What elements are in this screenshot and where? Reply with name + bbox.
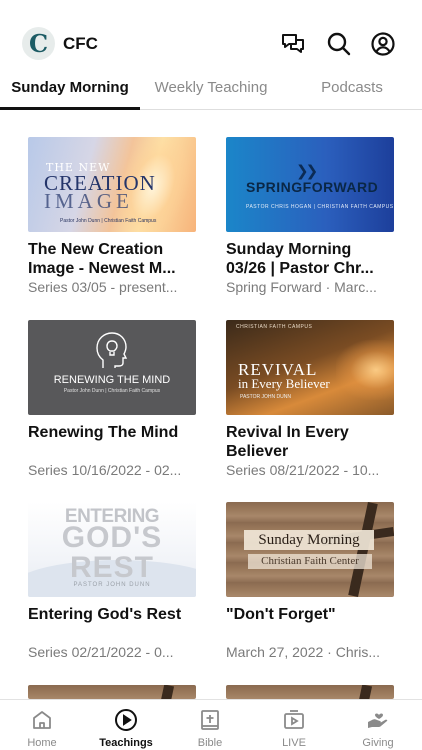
search-icon[interactable] xyxy=(326,31,352,57)
card-meta: Spring Forward · Marc... xyxy=(226,279,377,295)
church-logo[interactable]: C xyxy=(22,27,55,60)
teaching-card[interactable]: CHRISTIAN FAITH CAMPUS REVIVAL in Every … xyxy=(226,320,394,479)
card-title: The New Creation Image - Newest M... xyxy=(28,241,176,277)
logo-letter: C xyxy=(28,29,49,58)
tabbar-label: Giving xyxy=(362,737,394,749)
tabbar-label: Bible xyxy=(197,737,223,749)
teaching-card[interactable] xyxy=(226,685,394,699)
thumb-text: in Every Believer xyxy=(238,376,330,391)
head-brain-icon xyxy=(96,332,128,368)
teaching-card[interactable] xyxy=(28,685,196,699)
account-icon[interactable] xyxy=(370,31,396,57)
card-thumbnail[interactable]: RENEWING THE MIND Pastor John Dunn | Chr… xyxy=(28,320,196,415)
card-thumbnail[interactable] xyxy=(28,685,196,699)
chat-icon[interactable] xyxy=(280,31,306,57)
thumb-text: CHRISTIAN FAITH CAMPUS xyxy=(236,324,313,330)
tabbar-label: LIVE xyxy=(282,737,306,749)
play-circle-icon xyxy=(114,708,138,732)
thumb-text: IMAGE xyxy=(44,189,133,213)
live-tv-icon xyxy=(282,708,306,732)
thumb-text: RENEWING THE MIND xyxy=(53,374,171,386)
thumb-text: PASTOR JOHN DUNN xyxy=(73,582,151,588)
teaching-card[interactable]: ENTERING GOD'S REST PASTOR JOHN DUNN Ent… xyxy=(28,502,196,661)
tab-weekly-teaching[interactable]: Weekly Teaching xyxy=(140,70,282,110)
bible-icon xyxy=(198,708,222,732)
teaching-card[interactable]: ❯❯ SPRINGFORWARD PASTOR CHRIS HOGAN | CH… xyxy=(226,137,394,296)
teaching-card[interactable]: THE NEW CREATION IMAGE Pastor John Dunn … xyxy=(28,137,196,296)
active-tab-indicator xyxy=(0,107,140,110)
content-tabs: Sunday Morning Weekly Teaching Podcasts xyxy=(0,70,422,110)
card-meta: Series 10/16/2022 - 02... xyxy=(28,462,182,478)
card-thumbnail[interactable]: THE NEW CREATION IMAGE Pastor John Dunn … xyxy=(28,137,196,232)
tabbar-item-live[interactable]: LIVE xyxy=(252,700,336,750)
thumb-text: PASTOR CHRIS HOGAN | CHRISTIAN FAITH CAM… xyxy=(246,204,394,210)
card-thumbnail[interactable] xyxy=(226,685,394,699)
card-title: "Don't Forget" xyxy=(226,606,336,623)
tabbar-item-home[interactable]: Home xyxy=(0,700,84,750)
card-title: Renewing The Mind xyxy=(28,424,179,441)
thumb-text: Sunday Morning xyxy=(258,532,360,548)
home-icon xyxy=(30,708,54,732)
tabbar-item-bible[interactable]: Bible xyxy=(168,700,252,750)
card-meta: March 27, 2022 · Chris... xyxy=(226,644,381,660)
bottom-tab-bar: Home Teachings Bible LIVE Giving xyxy=(0,699,422,750)
thumb-text: Pastor John Dunn | Christian Faith Campu… xyxy=(63,388,161,394)
tab-podcasts[interactable]: Podcasts xyxy=(282,70,422,110)
teaching-card[interactable]: Sunday Morning Christian Faith Center "D… xyxy=(226,502,394,661)
tab-sunday-morning[interactable]: Sunday Morning xyxy=(0,70,140,110)
app-header: C CFC xyxy=(0,22,422,66)
thumb-text: Pastor John Dunn | Christian Faith Campu… xyxy=(60,218,157,224)
thumb-text: SPRINGFORWARD xyxy=(246,179,379,195)
teaching-card[interactable]: RENEWING THE MIND Pastor John Dunn | Chr… xyxy=(28,320,196,479)
card-meta: Series 08/21/2022 - 10... xyxy=(226,462,380,478)
card-meta: Series 03/05 - present... xyxy=(28,279,178,295)
chevrons-icon: ❯❯ xyxy=(296,163,318,180)
card-meta: Series 02/21/2022 - 0... xyxy=(28,644,174,660)
thumb-text: Christian Faith Center xyxy=(261,555,359,567)
thumb-text: GOD'S REST xyxy=(61,521,163,584)
status-bar xyxy=(0,0,422,22)
org-name: CFC xyxy=(63,34,98,53)
card-thumbnail[interactable]: CHRISTIAN FAITH CAMPUS REVIVAL in Every … xyxy=(226,320,394,415)
tabbar-label: Teachings xyxy=(99,737,153,749)
thumb-text: PASTOR JOHN DUNN xyxy=(240,394,291,400)
card-thumbnail[interactable]: Sunday Morning Christian Faith Center xyxy=(226,502,394,597)
card-thumbnail[interactable]: ❯❯ SPRINGFORWARD PASTOR CHRIS HOGAN | CH… xyxy=(226,137,394,232)
card-title: Revival In Every Believer xyxy=(226,424,349,460)
card-title: Sunday Morning 03/26 | Pastor Chr... xyxy=(226,241,374,277)
card-title: Entering God's Rest xyxy=(28,606,182,623)
tabbar-item-giving[interactable]: Giving xyxy=(336,700,420,750)
tabbar-item-teachings[interactable]: Teachings xyxy=(84,700,168,750)
giving-hand-icon xyxy=(366,708,390,732)
tabbar-label: Home xyxy=(27,737,57,749)
card-thumbnail[interactable]: ENTERING GOD'S REST PASTOR JOHN DUNN xyxy=(28,502,196,597)
